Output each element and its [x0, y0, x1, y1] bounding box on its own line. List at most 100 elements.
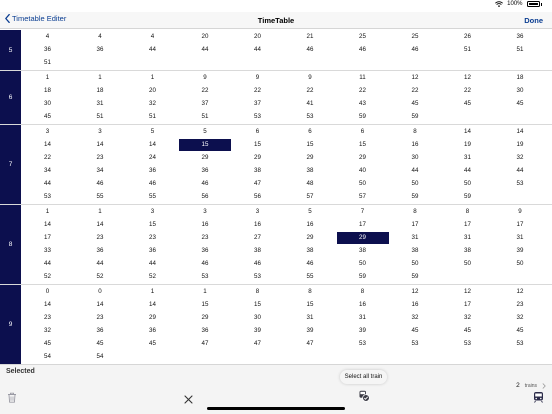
- minute-cell[interactable]: 31: [389, 232, 441, 244]
- minute-cell[interactable]: 46: [127, 178, 179, 190]
- minute-cell[interactable]: 30: [389, 152, 441, 164]
- minute-cell[interactable]: 16: [337, 299, 389, 311]
- delete-button[interactable]: [7, 390, 17, 408]
- minute-cell[interactable]: 38: [284, 165, 336, 177]
- minute-cell[interactable]: 12: [494, 286, 546, 298]
- minute-cell[interactable]: 18: [74, 85, 126, 97]
- minute-cell[interactable]: 46: [232, 258, 284, 270]
- minute-cell[interactable]: 36: [22, 44, 74, 56]
- minute-cell[interactable]: 25: [337, 31, 389, 43]
- minute-cell[interactable]: 22: [232, 85, 284, 97]
- minute-cell[interactable]: 36: [179, 165, 231, 177]
- minute-cell[interactable]: 37: [232, 98, 284, 110]
- minute-cell[interactable]: 29: [284, 232, 336, 244]
- minute-cell[interactable]: 8: [337, 286, 389, 298]
- minute-cell[interactable]: 44: [127, 258, 179, 270]
- minute-cell[interactable]: 23: [74, 232, 126, 244]
- minute-cell[interactable]: 45: [22, 111, 74, 123]
- minute-cell[interactable]: 36: [127, 245, 179, 257]
- minute-cell[interactable]: 47: [232, 338, 284, 350]
- minute-cell[interactable]: 36: [179, 245, 231, 257]
- minute-cell[interactable]: 22: [284, 85, 336, 97]
- minute-cell[interactable]: 50: [389, 258, 441, 270]
- minute-cell[interactable]: 32: [127, 98, 179, 110]
- minute-cell[interactable]: 8: [284, 286, 336, 298]
- minute-cell[interactable]: 29: [337, 152, 389, 164]
- minute-cell[interactable]: 29: [179, 152, 231, 164]
- minute-cell[interactable]: 20: [179, 31, 231, 43]
- minute-cell[interactable]: 31: [284, 312, 336, 324]
- minute-cell[interactable]: 53: [442, 338, 494, 350]
- minute-cell[interactable]: 12: [442, 286, 494, 298]
- minute-cell[interactable]: 29: [179, 312, 231, 324]
- minute-cell[interactable]: 14: [22, 299, 74, 311]
- minute-cell[interactable]: 45: [389, 325, 441, 337]
- minute-cell[interactable]: 32: [389, 312, 441, 324]
- minute-cell[interactable]: 56: [179, 191, 231, 203]
- minute-cell[interactable]: 46: [74, 178, 126, 190]
- minute-cell[interactable]: 36: [74, 44, 126, 56]
- minute-cell[interactable]: 36: [127, 325, 179, 337]
- minute-cell[interactable]: 6: [232, 126, 284, 138]
- minute-cell[interactable]: 45: [494, 325, 546, 337]
- minute-cell[interactable]: 20: [127, 85, 179, 97]
- minute-cell[interactable]: 16: [389, 299, 441, 311]
- minute-cell[interactable]: 3: [179, 206, 231, 218]
- minute-cell[interactable]: 4: [127, 31, 179, 43]
- minute-cell[interactable]: 51: [442, 44, 494, 56]
- minute-cell[interactable]: 17: [22, 232, 74, 244]
- minute-cell[interactable]: 15: [179, 299, 231, 311]
- minute-cell[interactable]: 36: [494, 31, 546, 43]
- minute-cell[interactable]: 53: [22, 191, 74, 203]
- minute-cell[interactable]: 50: [337, 178, 389, 190]
- minute-cell[interactable]: 54: [74, 351, 126, 363]
- minute-cell[interactable]: 3: [22, 126, 74, 138]
- minute-cell[interactable]: 6: [337, 126, 389, 138]
- minute-cell[interactable]: 11: [337, 72, 389, 84]
- minute-cell[interactable]: 51: [74, 111, 126, 123]
- minute-cell[interactable]: 45: [442, 98, 494, 110]
- minute-cell[interactable]: 16: [232, 219, 284, 231]
- minute-cell[interactable]: 45: [494, 98, 546, 110]
- minute-cell[interactable]: 41: [284, 98, 336, 110]
- minute-cell[interactable]: 36: [74, 245, 126, 257]
- minute-cell[interactable]: 8: [389, 126, 441, 138]
- minute-cell[interactable]: 44: [442, 165, 494, 177]
- minute-cell[interactable]: 31: [337, 312, 389, 324]
- minute-cell[interactable]: 32: [442, 312, 494, 324]
- minute-cell[interactable]: 14: [494, 126, 546, 138]
- minute-cell[interactable]: 46: [284, 44, 336, 56]
- minute-cell[interactable]: 25: [389, 31, 441, 43]
- minute-cell[interactable]: 1: [74, 72, 126, 84]
- minute-cell[interactable]: 16: [179, 219, 231, 231]
- train-button[interactable]: [533, 390, 544, 408]
- minute-cell[interactable]: 14: [74, 139, 126, 151]
- minute-cell[interactable]: 17: [442, 219, 494, 231]
- minute-cell[interactable]: 51: [22, 57, 74, 69]
- minute-cell[interactable]: 23: [179, 232, 231, 244]
- minute-cell[interactable]: 22: [389, 85, 441, 97]
- minute-cell[interactable]: 44: [179, 44, 231, 56]
- minute-cell[interactable]: 31: [442, 232, 494, 244]
- select-all-train-button[interactable]: [358, 389, 370, 407]
- minute-cell[interactable]: 46: [389, 44, 441, 56]
- minute-cell[interactable]: 39: [232, 325, 284, 337]
- minute-cell[interactable]: 17: [494, 219, 546, 231]
- minute-cell[interactable]: 46: [179, 258, 231, 270]
- minute-cell[interactable]: 54: [22, 351, 74, 363]
- minute-cell[interactable]: 55: [127, 191, 179, 203]
- minute-cell[interactable]: 59: [389, 111, 441, 123]
- minute-cell[interactable]: 17: [389, 219, 441, 231]
- minute-cell[interactable]: 23: [22, 312, 74, 324]
- minute-cell[interactable]: 21: [284, 31, 336, 43]
- minute-cell[interactable]: 36: [74, 325, 126, 337]
- minute-cell[interactable]: 45: [389, 98, 441, 110]
- minute-cell[interactable]: 44: [389, 165, 441, 177]
- minute-cell[interactable]: 47: [284, 338, 336, 350]
- minute-cell[interactable]: 1: [74, 206, 126, 218]
- minute-cell[interactable]: 1: [127, 72, 179, 84]
- minute-cell[interactable]: 30: [232, 312, 284, 324]
- minute-cell[interactable]: 1: [179, 286, 231, 298]
- minute-cell[interactable]: 45: [442, 325, 494, 337]
- minute-cell[interactable]: 51: [127, 111, 179, 123]
